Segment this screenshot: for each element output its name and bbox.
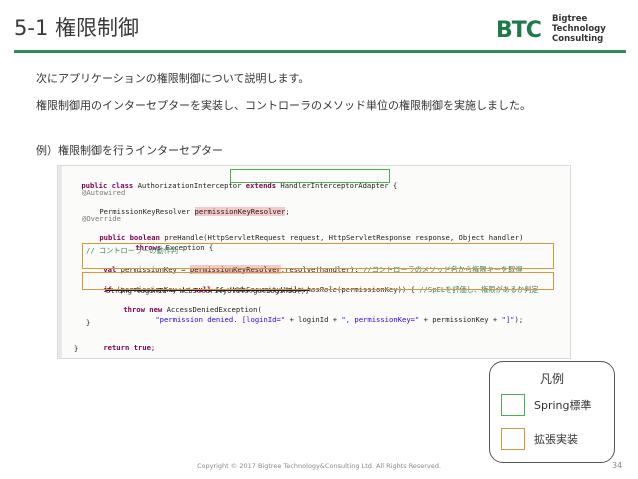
logo-line-2: Technology (552, 24, 606, 34)
code-line: @Autowired (82, 188, 126, 197)
code-token: + permissionKey + (419, 315, 502, 324)
logo-mark: BTC (496, 18, 542, 43)
slide-title: 5-1 権限制御 (14, 16, 139, 40)
code-line: } (86, 318, 91, 327)
legend-box: 凡例 Spring標準 拡張実装 (489, 361, 615, 463)
code-token: "permission denied. [loginId=" (155, 315, 286, 324)
code-token: ; (150, 343, 156, 352)
logo-words: Bigtree Technology Consulting (552, 14, 606, 44)
title-rule (14, 50, 626, 53)
code-screenshot: public class AuthorizationInterceptor ex… (57, 165, 571, 359)
code-token: + loginId + (285, 315, 342, 324)
code-line: return true; (86, 334, 155, 361)
code-line: } (74, 344, 79, 353)
extension-highlight-resolver (82, 243, 554, 269)
code-line: "permission denied. [loginId=" + loginId… (138, 306, 523, 333)
legend-swatch-spring (501, 394, 525, 416)
description-text: 権限制御用のインターセプターを実装し、コントローラのメソッド単位の権限制御を実施… (36, 99, 531, 112)
intro-text: 次にアプリケーションの権限制御について説明します。 (36, 72, 310, 85)
legend-title: 凡例 (539, 372, 564, 386)
logo-line-3: Consulting (552, 34, 604, 44)
legend-label-extension: 拡張実装 (534, 433, 578, 446)
page-number: 34 (612, 461, 623, 470)
code-token: permissionKeyResolver (194, 207, 286, 216)
code-line: @Override (82, 214, 121, 223)
example-caption: 例）権限制御を行うインターセプター (36, 144, 223, 157)
copyright-footer: Copyright © 2017 Bigtree Technology&Cons… (196, 462, 442, 470)
extension-highlight-check (82, 272, 554, 290)
code-token: AuthorizationInterceptor (133, 181, 246, 190)
legend-label-spring: Spring標準 (534, 399, 592, 412)
legend-swatch-extension (501, 428, 525, 450)
code-token: return true (103, 343, 151, 352)
code-token: "]" (501, 315, 515, 324)
code-token: ); (514, 315, 524, 324)
logo-line-1: Bigtree (552, 14, 588, 24)
code-gutter (58, 166, 62, 358)
company-logo: BTC Bigtree Technology Consulting (496, 14, 632, 48)
spring-standard-highlight (230, 169, 390, 183)
code-token: preHandle(HttpServletRequest request, Ht… (159, 233, 524, 242)
code-token: ", permissionKey=" (341, 315, 420, 324)
code-token: ; (285, 207, 290, 216)
